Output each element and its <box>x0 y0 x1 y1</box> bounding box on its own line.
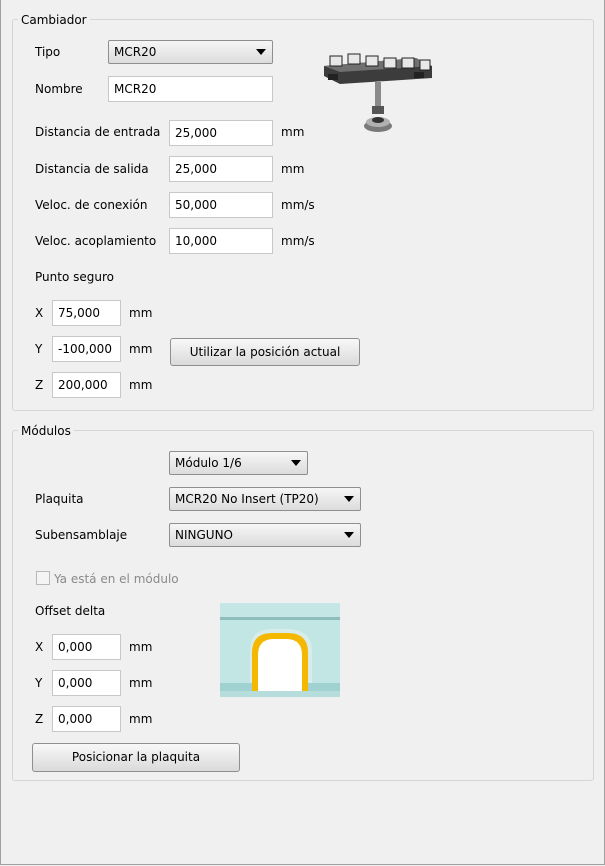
salida-unit: mm <box>281 162 305 176</box>
cambiador-group-title: Cambiador <box>18 13 90 27</box>
safe-z-field[interactable]: 200,000 <box>52 372 121 398</box>
modulos-group-title: Módulos <box>18 424 74 438</box>
tipo-label: Tipo <box>35 45 61 59</box>
entrada-unit: mm <box>281 125 305 139</box>
offset-z-unit: mm <box>129 712 153 726</box>
subensamblaje-label: Subensamblaje <box>35 528 128 542</box>
safe-y-field[interactable]: -100,000 <box>52 336 121 362</box>
acoplamiento-label: Veloc. acoplamiento <box>35 234 157 248</box>
offset-y-label: Y <box>35 676 43 690</box>
tool-changer-image <box>324 53 432 132</box>
entrada-label: Distancia de entrada <box>35 125 161 139</box>
plaquita-select-value: MCR20 No Insert (TP20) <box>175 492 319 506</box>
safe-x-unit: mm <box>129 306 153 320</box>
safe-y-unit: mm <box>129 342 153 356</box>
conexion-unit: mm/s <box>281 198 315 212</box>
entrada-field[interactable]: 25,000 <box>169 120 273 146</box>
offset-z-label: Z <box>35 712 44 726</box>
posicionar-plaquita-button[interactable]: Posicionar la plaquita <box>32 743 240 772</box>
offset-y-field[interactable]: 0,000 <box>52 670 121 696</box>
acoplamiento-field[interactable]: 10,000 <box>169 228 273 254</box>
offset-z-field[interactable]: 0,000 <box>52 706 121 732</box>
safe-z-label: Z <box>35 378 44 392</box>
chevron-down-icon <box>344 496 354 502</box>
chevron-down-icon <box>291 460 301 466</box>
safe-z-unit: mm <box>129 378 153 392</box>
chevron-down-icon <box>256 49 266 55</box>
ya-esta-checkbox[interactable] <box>36 571 50 585</box>
use-current-position-button[interactable]: Utilizar la posición actual <box>170 338 360 366</box>
safe-y-label: Y <box>35 342 43 356</box>
offset-y-unit: mm <box>129 676 153 690</box>
safe-x-label: X <box>35 306 44 320</box>
subensamblaje-select[interactable]: NINGUNO <box>169 523 361 547</box>
chevron-down-icon <box>344 532 354 538</box>
salida-field[interactable]: 25,000 <box>169 156 273 182</box>
nombre-label: Nombre <box>35 82 83 96</box>
modulo-select-value: Módulo 1/6 <box>175 456 242 470</box>
subensamblaje-select-value: NINGUNO <box>175 528 233 542</box>
tipo-select-value: MCR20 <box>114 45 157 59</box>
tipo-select[interactable]: MCR20 <box>108 40 273 64</box>
offset-delta-label: Offset delta <box>35 604 106 618</box>
insert-profile-image <box>220 603 340 697</box>
ya-esta-label: Ya está en el módulo <box>54 572 179 586</box>
salida-label: Distancia de salida <box>35 162 149 176</box>
conexion-label: Veloc. de conexión <box>35 198 148 212</box>
plaquita-select[interactable]: MCR20 No Insert (TP20) <box>169 487 361 511</box>
offset-x-field[interactable]: 0,000 <box>52 634 121 660</box>
plaquita-label: Plaquita <box>35 492 84 506</box>
conexion-field[interactable]: 50,000 <box>169 192 273 218</box>
modulo-select[interactable]: Módulo 1/6 <box>169 451 308 475</box>
offset-x-unit: mm <box>129 640 153 654</box>
acoplamiento-unit: mm/s <box>281 234 315 248</box>
safe-x-field[interactable]: 75,000 <box>52 300 121 326</box>
offset-x-label: X <box>35 640 44 654</box>
nombre-field[interactable]: MCR20 <box>108 76 273 102</box>
punto-seguro-label: Punto seguro <box>35 270 114 284</box>
